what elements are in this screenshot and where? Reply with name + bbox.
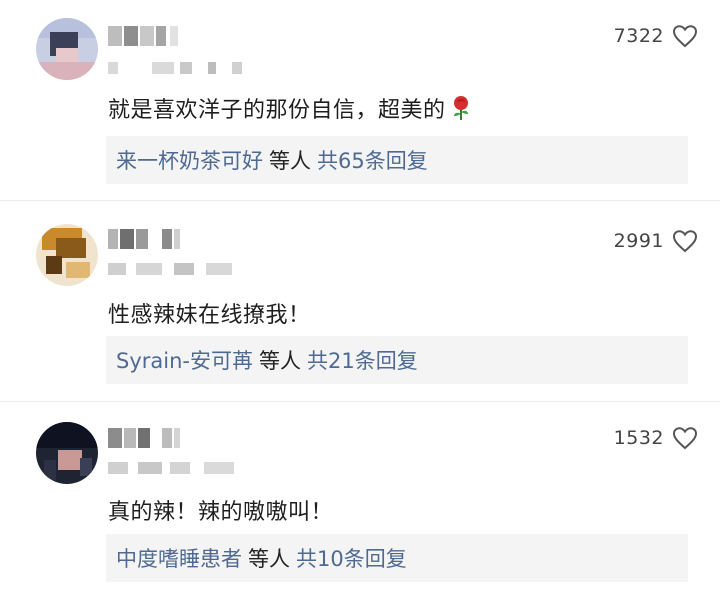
- reply-connector: 等人: [258, 349, 301, 373]
- reply-username[interactable]: 中度嗜睡患者: [116, 543, 242, 573]
- timestamp-blurred: [108, 263, 248, 275]
- username-blurred[interactable]: [108, 229, 188, 249]
- timestamp-blurred: [108, 62, 248, 74]
- timestamp-blurred: [108, 462, 248, 474]
- avatar[interactable]: [36, 18, 98, 80]
- heart-outline-icon[interactable]: [672, 426, 698, 450]
- heart-outline-icon[interactable]: [672, 229, 698, 253]
- reply-username[interactable]: 来一杯奶茶可好: [116, 145, 263, 175]
- username-blurred[interactable]: [108, 428, 188, 448]
- reply-count-link[interactable]: 共65条回复: [317, 145, 428, 175]
- reply-summary[interactable]: Syrain-安可苒 等人 共21条回复: [106, 336, 688, 384]
- avatar[interactable]: [36, 224, 98, 286]
- like-count: 1532: [613, 427, 664, 449]
- comment-item: 7322 就是喜欢洋子的那份自信，超美的 来一杯奶茶可好 等人 共65条回复: [0, 0, 720, 200]
- comment-text: 真的辣！辣的嗷嗷叫！: [108, 500, 334, 525]
- reply-summary[interactable]: 中度嗜睡患者 等人 共10条回复: [106, 534, 688, 582]
- comment-item: 2991 性感辣妹在线撩我！ Syrain-安可苒 等人 共21条回复: [0, 201, 720, 401]
- like-control[interactable]: 7322: [614, 24, 698, 48]
- comment-text: 性感辣妹在线撩我！: [108, 303, 311, 328]
- comment-text: 就是喜欢洋子的那份自信，超美的: [108, 92, 472, 124]
- like-control[interactable]: 2991: [614, 229, 698, 253]
- like-count: 2991: [613, 230, 664, 252]
- reply-summary[interactable]: 来一杯奶茶可好 等人 共65条回复: [106, 136, 688, 184]
- rose-emoji-icon: [453, 96, 468, 120]
- username-blurred[interactable]: [108, 26, 188, 46]
- comment-item: 1532 真的辣！辣的嗷嗷叫！ 中度嗜睡患者 等人 共10条回复: [0, 402, 720, 597]
- heart-outline-icon[interactable]: [672, 24, 698, 48]
- like-count: 7322: [613, 25, 664, 47]
- reply-count-link[interactable]: 共10条回复: [296, 543, 407, 573]
- like-control[interactable]: 1532: [614, 426, 698, 450]
- reply-count-link[interactable]: 共21条回复: [307, 345, 418, 375]
- avatar[interactable]: [36, 422, 98, 484]
- reply-connector: 等人: [269, 149, 311, 173]
- reply-connector: 等人: [248, 547, 290, 571]
- reply-username[interactable]: Syrain-安可苒: [116, 345, 253, 375]
